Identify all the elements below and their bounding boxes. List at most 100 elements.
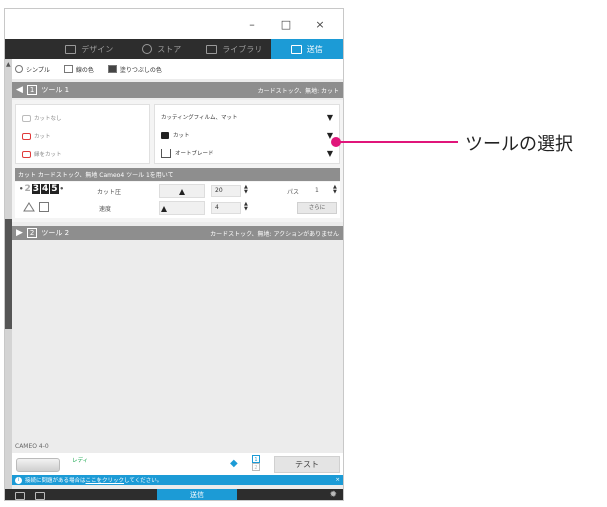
tool1-dropdowns: カッティングフィルム、マット ▼ カット ▼ オートブレード ▼ <box>154 104 340 164</box>
callout-line <box>336 141 458 143</box>
gear-icon[interactable]: ✹ <box>329 489 337 500</box>
move-arrows-icon[interactable]: ◆ <box>230 458 238 469</box>
mode-line-color-label: 線の色 <box>75 66 94 74</box>
slider-knob[interactable] <box>161 206 168 212</box>
send-button[interactable]: 送信 <box>157 489 237 500</box>
edge-cut-icon <box>22 150 31 158</box>
no-cut-icon <box>22 114 31 122</box>
tab-send-label: 送信 <box>306 44 323 54</box>
mode-fill-color[interactable]: 塗りつぶしの色 <box>107 65 162 74</box>
cut-icon <box>22 132 31 140</box>
mode-simple-label: シンプル <box>26 66 50 74</box>
send-panel: シンプル 線の色 塗りつぶしの色 ◀ 1 ツール 1 カードストック、無地: カ… <box>12 59 343 489</box>
tool2-summary: カードストック、無地: アクションがありません <box>210 230 339 238</box>
tab-design-label: デザイン <box>81 44 114 54</box>
cutter-machine-icon[interactable] <box>16 458 60 472</box>
tool1-number: 1 <box>26 85 38 95</box>
more-button[interactable]: さらに <box>297 202 337 214</box>
speed-value[interactable]: 4 <box>211 202 241 214</box>
close-icon[interactable]: × <box>335 477 340 483</box>
cut-option-cut-label: カット <box>34 134 51 140</box>
media-value: カッティングフィルム、マット <box>161 115 238 121</box>
cut-options: カットなし カット 縁をカット <box>15 104 150 164</box>
line-color-icon <box>63 65 73 73</box>
tool1-info: カット カードストック、無地 Cameo4 ツール 1を用いて <box>15 168 340 181</box>
action-dropdown[interactable]: カット ▼ <box>161 126 333 144</box>
minimize-button[interactable]: – <box>235 18 269 31</box>
passes-spinner-icon[interactable]: ▲ ▼ <box>333 185 337 195</box>
mode-selector: シンプル 線の色 塗りつぶしの色 <box>12 59 343 79</box>
help-text: 接続に問題がある場合はここをクリックしてください。 <box>25 476 162 484</box>
tool-value: オートブレード <box>175 151 214 157</box>
send-icon <box>290 44 302 54</box>
close-button[interactable]: × <box>303 18 337 31</box>
info-icon: i <box>15 476 22 484</box>
side-scrollbar[interactable]: ▲ <box>5 59 12 489</box>
tool-dropdown[interactable]: オートブレード ▼ <box>161 144 333 162</box>
tool2-header[interactable]: ▶ 2 ツール 2 カードストック、無地: アクションがありません <box>12 226 343 240</box>
app-window: – □ × デザイン ストア ライブラリ 送信 ▲ シンプル 線の色 塗りつぶし… <box>4 8 344 501</box>
tab-library[interactable]: ライブラリ <box>198 39 271 59</box>
depth-digit: 3 <box>31 184 41 194</box>
force-slider[interactable] <box>159 184 205 198</box>
collapse-arrow-icon[interactable]: ▲ <box>6 61 11 68</box>
mode-line-color[interactable]: 線の色 <box>63 65 94 74</box>
tool1-top: カットなし カット 縁をカット カッティングフィルム、マット ▼ カット ▼ オ… <box>15 104 340 164</box>
page: – □ × デザイン ストア ライブラリ 送信 ▲ シンプル 線の色 塗りつぶし… <box>0 0 607 507</box>
tab-store-label: ストア <box>157 44 182 54</box>
chevron-down-icon[interactable]: ▼ <box>327 113 333 122</box>
collapse-triangle-icon[interactable]: ◀ <box>16 85 23 95</box>
device-name: CAMEO 4-0 <box>15 443 49 450</box>
main-nav: デザイン ストア ライブラリ 送信 <box>5 39 343 59</box>
grid-icon <box>65 44 77 54</box>
action-value: カット <box>173 133 190 139</box>
depth-minus-icon[interactable]: • <box>19 185 23 193</box>
passes-label: パス <box>287 189 300 196</box>
mode-simple[interactable]: シンプル <box>15 65 50 74</box>
tool1-settings: • 2 3 4 5 • カット圧 20 ▲ ▼ 速度 4 ▲ ▼ パス 1 ▲ … <box>15 182 340 218</box>
slider-knob[interactable] <box>179 189 185 195</box>
maximize-button[interactable]: □ <box>269 18 303 31</box>
depth-digit: 5 <box>50 184 59 194</box>
square-icon <box>39 202 49 212</box>
speed-slider[interactable] <box>159 201 205 215</box>
device-status: レディ <box>72 458 89 464</box>
library-icon <box>206 44 218 54</box>
media-dropdown[interactable]: カッティングフィルム、マット ▼ <box>161 108 333 126</box>
force-value[interactable]: 20 <box>211 185 241 197</box>
scroll-thumb[interactable] <box>5 219 12 329</box>
tool1-summary: カードストック、無地: カット <box>257 87 339 95</box>
expand-triangle-icon[interactable]: ▶ <box>16 228 23 238</box>
device-row: レディ ◆ 1 2 テスト <box>12 453 343 475</box>
cut-option-edge[interactable]: 縁をカット <box>22 145 143 163</box>
chevron-down-icon[interactable]: ▼ <box>327 149 333 158</box>
help-link[interactable]: ここをクリック <box>86 478 125 484</box>
cut-option-none[interactable]: カットなし <box>22 109 143 127</box>
learn-icon[interactable] <box>35 491 45 500</box>
passes-value[interactable]: 1 <box>315 187 319 194</box>
speed-spinner-icon[interactable]: ▲ ▼ <box>244 202 248 212</box>
test-button[interactable]: テスト <box>274 456 340 473</box>
depth-plus-icon[interactable]: • <box>60 185 64 193</box>
slot-1[interactable]: 1 <box>252 455 260 463</box>
tab-store[interactable]: ストア <box>126 39 199 59</box>
cut-option-edge-label: 縁をカット <box>34 152 62 158</box>
help-text-after: してください。 <box>124 478 163 484</box>
tool1-title: ツール 1 <box>41 86 70 94</box>
callout-label: ツールの選択 <box>465 134 573 155</box>
tab-send[interactable]: 送信 <box>270 39 343 59</box>
history-icon[interactable] <box>15 491 25 500</box>
help-text-before: 接続に問題がある場合は <box>25 478 86 484</box>
tool2-number: 2 <box>26 228 38 238</box>
tool-slots: 1 2 <box>252 455 260 471</box>
tool1-header[interactable]: ◀ 1 ツール 1 カードストック、無地: カット <box>12 82 343 98</box>
cut-option-cut[interactable]: カット <box>22 127 143 145</box>
speed-label: 速度 <box>99 206 112 213</box>
blade-depth[interactable]: • 2 3 4 5 • <box>19 184 64 194</box>
force-label: カット圧 <box>97 189 122 196</box>
force-spinner-icon[interactable]: ▲ ▼ <box>244 185 248 195</box>
slot-2[interactable]: 2 <box>252 463 260 471</box>
tab-design[interactable]: デザイン <box>53 39 126 59</box>
radio-icon <box>15 65 23 73</box>
fill-color-icon <box>107 65 117 73</box>
